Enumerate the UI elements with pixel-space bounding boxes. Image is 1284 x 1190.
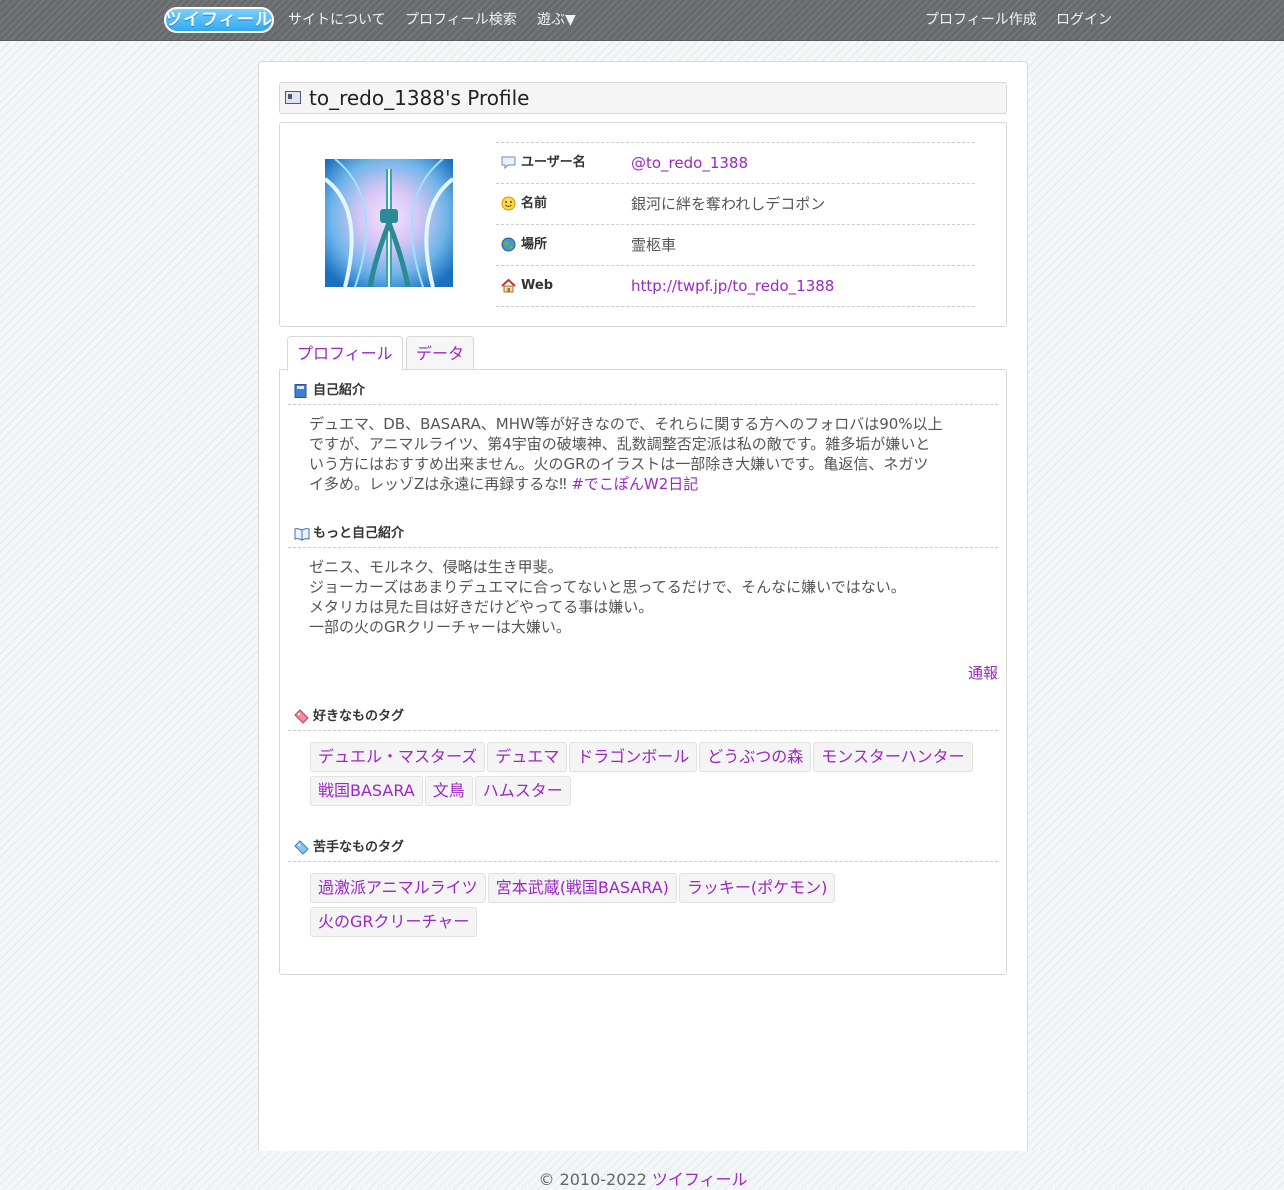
- nav-play-menu[interactable]: 遊ぶ▼: [537, 0, 576, 40]
- profile-title-bar: to_redo_1388's Profile: [279, 82, 1007, 114]
- like-tag[interactable]: 文鳥: [424, 776, 473, 806]
- profile-summary: ユーザー名 @to_redo_1388 名前 銀河に絆を奪われしデコポン 場所 …: [279, 122, 1007, 327]
- dislikes-section-header: 苦手なものタグ: [288, 835, 998, 862]
- dislike-tag[interactable]: ラッキー(ポケモン): [678, 873, 836, 903]
- dislike-tag[interactable]: 火のGRクリーチャー: [310, 907, 478, 937]
- intro-section-header: 自己紹介: [288, 378, 998, 405]
- smiley-icon: [501, 196, 516, 211]
- likes-tag-list: デュエル・マスターズ デュエマ ドラゴンボール どうぶつの森 モンスターハンター戦国BA…: [310, 742, 990, 810]
- intro-line: ですが、アニマルライツ、第4宇宙の破壊神、乱数調整否定派は私の敵です。雑多垢が嫌…: [309, 435, 931, 453]
- hashtag-link[interactable]: #でこぽんW2日記: [571, 475, 698, 493]
- like-tag[interactable]: デュエル・マスターズ: [310, 742, 486, 772]
- location-label: 場所: [521, 237, 548, 252]
- more-intro-title: もっと自己紹介: [313, 526, 405, 541]
- username-label: ユーザー名: [521, 155, 586, 170]
- dislikes-tag-list: 過激派アニマルライツ 宮本武蔵(戦国BASARA) ラッキー(ポケモン) 火のGRクリ…: [310, 873, 990, 941]
- more-intro-line: ジョーカーズはあまりデュエマに合ってないと思ってるだけで、そんなに嫌いではない。: [309, 578, 906, 596]
- copyright-text: © 2010-2022: [538, 1170, 647, 1189]
- web-label: Web: [521, 278, 553, 293]
- avatar[interactable]: [325, 159, 453, 287]
- like-tag[interactable]: どうぶつの森: [699, 742, 812, 772]
- like-tag[interactable]: ハムスター: [474, 776, 571, 806]
- intro-line: いう方にはおすすめ出来ません。火のGRのイラストは一部除き大嫌いです。亀返信、ネ…: [309, 455, 929, 473]
- like-tag[interactable]: ドラゴンボール: [569, 742, 698, 772]
- tab-data[interactable]: データ: [406, 336, 475, 370]
- location-value: 霊柩車: [631, 236, 677, 254]
- globe-icon: [501, 237, 516, 252]
- more-intro-line: ゼニス、モルネク、侵略は生き甲斐。: [309, 558, 563, 576]
- info-row-web: Web http://twpf.jp/to_redo_1388: [496, 266, 975, 307]
- nav-create-profile[interactable]: プロフィール作成: [925, 0, 1037, 40]
- notebook-icon: [294, 383, 307, 398]
- report-link[interactable]: 通報: [968, 662, 998, 683]
- footer: © 2010-2022 ツイフィール: [259, 1166, 1027, 1190]
- name-value: 銀河に絆を奪われしデコポン: [631, 195, 826, 213]
- more-intro-text: ゼニス、モルネク、侵略は生き甲斐。 ジョーカーズはあまりデュエマに合ってないと思…: [309, 557, 979, 637]
- nav-login[interactable]: ログイン: [1056, 0, 1112, 40]
- intro-line: イ多め。レッゾZは永遠に再録するな‼︎ #でこぽんW2日記: [309, 474, 979, 494]
- dislike-tag[interactable]: 宮本武蔵(戦国BASARA): [487, 873, 677, 903]
- more-intro-line: 一部の火のGRクリーチャーは大嫌い。: [309, 618, 571, 636]
- web-link[interactable]: http://twpf.jp/to_redo_1388: [631, 266, 834, 306]
- profile-info-table: ユーザー名 @to_redo_1388 名前 銀河に絆を奪われしデコポン 場所 …: [496, 142, 975, 307]
- house-icon: [501, 278, 516, 293]
- tab-profile[interactable]: プロフィール: [287, 336, 403, 371]
- dislikes-title: 苦手なものタグ: [313, 840, 405, 855]
- intro-line: デュエマ、DB、BASARA、MHW等が好きなので、それらに関する方へのフォロバ…: [309, 415, 943, 433]
- info-row-username: ユーザー名 @to_redo_1388: [496, 143, 975, 184]
- nav-profile-search[interactable]: プロフィール検索: [405, 0, 517, 40]
- info-row-location: 場所 霊柩車: [496, 225, 975, 266]
- top-navbar: ツイフィール サイトについて プロフィール検索 遊ぶ▼ プロフィール作成 ログイ…: [0, 0, 1284, 41]
- site-logo[interactable]: ツイフィール: [164, 7, 274, 33]
- like-tag[interactable]: デュエマ: [487, 742, 568, 772]
- intro-text: デュエマ、DB、BASARA、MHW等が好きなので、それらに関する方へのフォロバ…: [309, 414, 979, 494]
- tag-icon: [294, 840, 309, 855]
- like-tag[interactable]: 戦国BASARA: [310, 776, 423, 806]
- username-link[interactable]: @to_redo_1388: [631, 143, 748, 183]
- main-panel: to_redo_1388's Profile ユーザー名 @to_redo_13…: [258, 61, 1028, 1189]
- footer-site-link[interactable]: ツイフィール: [652, 1170, 748, 1189]
- nav-about[interactable]: サイトについて: [288, 0, 386, 40]
- likes-section-header: 好きなものタグ: [288, 704, 998, 731]
- name-label: 名前: [521, 196, 548, 211]
- like-tag[interactable]: モンスターハンター: [813, 742, 973, 772]
- intro-line-text: イ多め。レッゾZは永遠に再録するな‼︎: [309, 475, 567, 493]
- id-card-icon: [285, 91, 301, 104]
- info-row-name: 名前 銀河に絆を奪われしデコポン: [496, 184, 975, 225]
- page-title: to_redo_1388's Profile: [309, 86, 530, 110]
- more-intro-section-header: もっと自己紹介: [288, 521, 998, 548]
- intro-title: 自己紹介: [313, 383, 366, 398]
- likes-title: 好きなものタグ: [313, 709, 405, 724]
- tag-icon: [294, 709, 309, 724]
- speech-bubble-icon: [501, 155, 516, 170]
- open-book-icon: [294, 526, 310, 541]
- dislike-tag[interactable]: 過激派アニマルライツ: [310, 873, 486, 903]
- profile-tab-content: 自己紹介 デュエマ、DB、BASARA、MHW等が好きなので、それらに関する方へ…: [279, 369, 1007, 975]
- more-intro-line: メタリカは見た目は好きだけどやってる事は嫌い。: [309, 598, 654, 616]
